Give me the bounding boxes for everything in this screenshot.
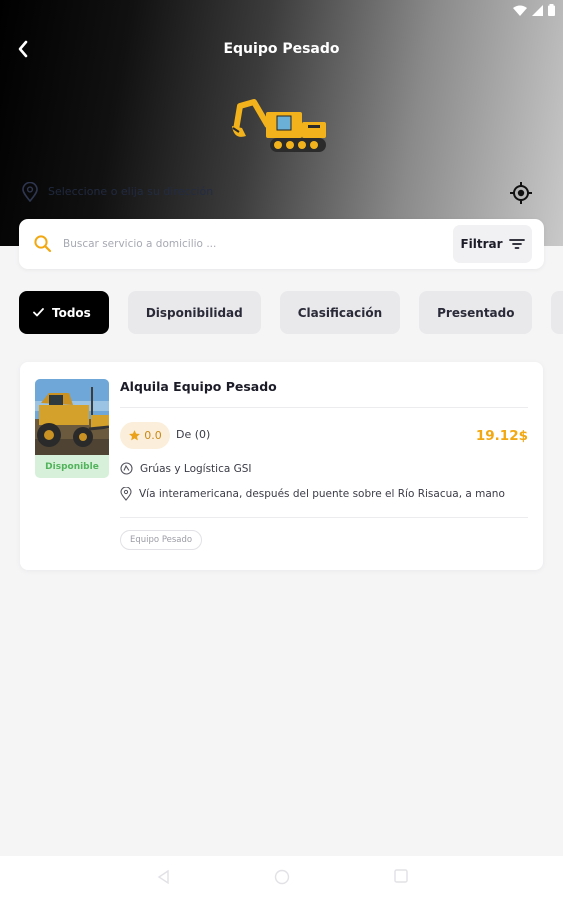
chip-todos[interactable]: Todos (19, 291, 109, 334)
signal-icon (532, 4, 543, 16)
address-row: Vía interamericana, después del puente s… (120, 487, 505, 501)
provider-row: Grúas y Logística GSI (120, 462, 252, 475)
battery-icon (548, 4, 555, 16)
nav-recents-icon[interactable] (394, 869, 408, 883)
chip-label: Todos (52, 305, 91, 320)
rating-badge: 0.0 (120, 422, 170, 449)
map-pin-icon (120, 487, 132, 501)
system-navigation-bar (0, 856, 563, 900)
chip-more[interactable]: F (551, 291, 563, 334)
filter-button[interactable]: Filtrar (453, 225, 532, 263)
company-icon (120, 462, 133, 475)
search-icon (34, 235, 52, 253)
header: Equipo Pesado Seleccione o elija su dire… (0, 0, 563, 246)
page-title: Equipo Pesado (223, 41, 340, 57)
nav-back-icon[interactable] (156, 869, 170, 885)
status-badge: Disponible (45, 461, 99, 472)
provider-name: Grúas y Logística GSI (140, 462, 252, 475)
divider (120, 407, 528, 408)
map-pin-icon (22, 182, 38, 202)
chip-clasificacion[interactable]: Clasificación (279, 291, 401, 334)
search-input[interactable] (63, 232, 443, 256)
divider (120, 517, 528, 518)
listing-title: Alquila Equipo Pesado (120, 379, 277, 394)
crosshair-icon[interactable] (509, 181, 533, 205)
address-text: Vía interamericana, después del puente s… (139, 488, 505, 500)
excavator-icon (232, 99, 326, 152)
nav-home-icon[interactable] (274, 869, 290, 885)
chip-label: Clasificación (297, 305, 383, 320)
status-bar (513, 4, 555, 16)
wifi-icon (513, 5, 527, 16)
listing-thumbnail: Disponible (35, 379, 109, 478)
price: 19.12$ (475, 428, 528, 444)
chip-presentado[interactable]: Presentado (419, 291, 533, 334)
location-selector[interactable]: Seleccione o elija su dirección (48, 185, 213, 198)
category-tag: Equipo Pesado (120, 530, 203, 550)
filter-chips: Todos Disponibilidad Clasificación Prese… (19, 291, 563, 335)
chip-disponibilidad[interactable]: Disponibilidad (127, 291, 261, 334)
chip-label: Presentado (437, 305, 515, 320)
chip-label: Disponibilidad (145, 305, 243, 320)
search-bar: Filtrar (19, 219, 544, 269)
filter-label: Filtrar (460, 237, 503, 251)
star-icon (129, 430, 141, 441)
equipment-photo (35, 379, 109, 455)
filter-lines-icon (508, 239, 525, 249)
listing-card[interactable]: Disponible Alquila Equipo Pesado 0.0 De … (20, 362, 543, 570)
review-count: De (0) (176, 428, 211, 441)
rating-value: 0.0 (144, 429, 162, 442)
check-icon (33, 308, 44, 317)
